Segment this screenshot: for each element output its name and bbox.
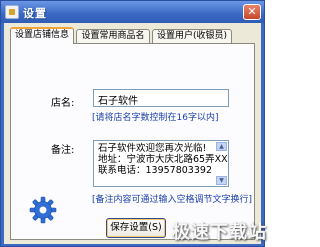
shop-name-label: 店名:: [51, 98, 75, 109]
tab-common-products[interactable]: 设置常用商品名: [76, 29, 150, 43]
client-area: 设置店铺信息 设置常用商品名 设置用户(收银员) 店名: 石子软件 [请将店名字…: [4, 23, 261, 244]
gear-icon: [29, 196, 57, 224]
note-textarea[interactable]: 石子软件欢迎您再次光临! 地址：宁波市大庆北路65弄XX号 联系电话：13957…: [93, 140, 229, 187]
tab-shop-info[interactable]: 设置店铺信息: [10, 27, 74, 44]
shop-info-panel: 店名: 石子软件 [请将店名字数控制在16字以内] 备注: 石子软件欢迎您再次光…: [10, 43, 255, 240]
settings-window: 设置 ✕ 设置店铺信息 设置常用商品名 设置用户(收银员) 店名: 石子软件 […: [0, 0, 265, 247]
scroll-down-icon[interactable]: ▼: [216, 176, 227, 185]
window-title: 设置: [23, 7, 47, 20]
watermark-text: 极速下载站: [172, 222, 267, 243]
shop-name-hint: [请将店名字数控制在16字以内]: [92, 113, 219, 123]
note-line: 石子软件欢迎您再次光临!: [98, 143, 207, 154]
app-icon: [5, 5, 19, 19]
save-settings-button[interactable]: 保存设置(S): [106, 218, 166, 238]
tab-users[interactable]: 设置用户(收银员): [152, 29, 232, 43]
title-bar[interactable]: 设置 ✕: [1, 1, 264, 23]
note-hint: [备注内容可通过输入空格调节文字换行]: [92, 195, 253, 205]
note-line: 联系电话：13957803392: [98, 165, 212, 176]
close-icon[interactable]: ✕: [243, 4, 261, 20]
scroll-up-icon[interactable]: ▲: [216, 142, 227, 151]
shop-name-input[interactable]: 石子软件: [93, 89, 229, 107]
note-line: 地址：宁波市大庆北路65弄XX号: [98, 154, 229, 165]
note-label: 备注:: [51, 145, 75, 156]
